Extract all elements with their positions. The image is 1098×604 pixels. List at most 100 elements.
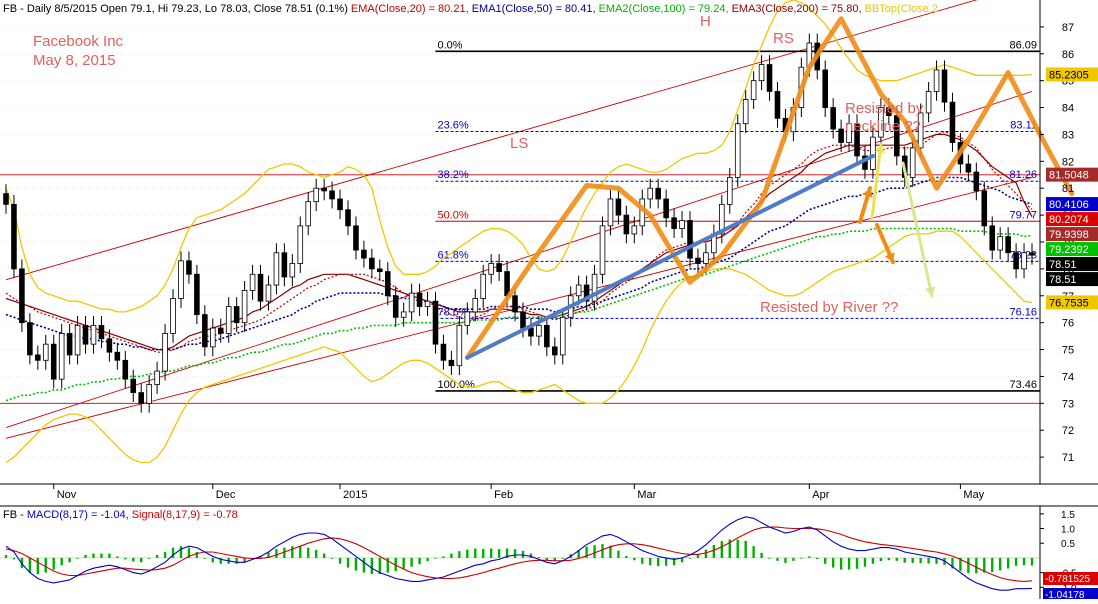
h-label: H xyxy=(700,13,711,30)
candle-down xyxy=(973,171,980,192)
candle-down xyxy=(98,324,105,340)
time-tick-label: 2015 xyxy=(343,489,367,501)
macd-histogram-bar xyxy=(36,557,40,575)
candle-down xyxy=(1013,252,1019,270)
candle-up xyxy=(74,324,81,356)
candle-up xyxy=(575,284,582,297)
macd-histogram-bar xyxy=(855,557,859,569)
candle-down xyxy=(106,338,113,353)
candle-down xyxy=(544,324,550,348)
macd-histogram-bar xyxy=(346,557,350,568)
price-label: 81.5048 xyxy=(1049,170,1089,182)
macd-histogram-bar xyxy=(1014,557,1018,566)
macd-histogram-bar xyxy=(140,557,143,563)
price-tick-label: 71 xyxy=(1062,452,1074,464)
macd-histogram-bar xyxy=(617,550,620,558)
candle-up xyxy=(265,284,272,302)
candle-up xyxy=(734,123,741,178)
price-label: 76.7535 xyxy=(1049,297,1089,309)
macd-histogram-bar xyxy=(895,557,898,561)
macd-histogram-bar xyxy=(967,557,970,574)
price-label: 80.2074 xyxy=(1049,214,1089,226)
macd-histogram-bar xyxy=(521,550,525,558)
candle-down xyxy=(687,220,693,259)
macd-histogram-bar xyxy=(163,552,167,558)
candle-down xyxy=(623,214,630,235)
macd-histogram-bar xyxy=(688,557,692,559)
candle-down xyxy=(27,322,33,356)
candle-down xyxy=(941,69,948,103)
candle-down xyxy=(19,268,25,324)
macd-histogram-bar xyxy=(338,557,342,564)
macd-histogram-bar xyxy=(816,557,819,560)
candle-down xyxy=(82,324,89,345)
candle-down xyxy=(655,187,661,200)
price-tick-label: 86 xyxy=(1062,49,1074,61)
macd-histogram-bar xyxy=(100,553,103,558)
candle-up xyxy=(488,263,494,275)
macd-histogram-bar xyxy=(12,557,16,560)
macd-histogram-bar xyxy=(497,549,501,558)
candle-down xyxy=(369,257,375,270)
macd-histogram-bar xyxy=(116,556,119,558)
candle-down xyxy=(432,300,439,345)
candle-down xyxy=(353,225,359,251)
macd-histogram-bar xyxy=(402,557,405,569)
candle-up xyxy=(997,236,1003,251)
macd-histogram-bar xyxy=(513,549,517,558)
candle-down xyxy=(186,260,192,275)
fib-value-label: 86.09 xyxy=(1009,39,1037,51)
candle-down xyxy=(66,333,73,356)
macd-histogram-bar xyxy=(28,557,32,573)
macd-value-label: -0.781525 xyxy=(1045,574,1090,585)
macd-histogram-bar xyxy=(641,557,644,564)
macd-histogram-bar xyxy=(545,557,549,560)
candle-up xyxy=(400,311,407,318)
time-tick-label: Nov xyxy=(57,489,77,501)
macd-histogram-bar xyxy=(919,557,922,564)
price-tick-label: 81 xyxy=(1062,183,1074,195)
candle-up xyxy=(297,225,304,264)
macd-histogram-bar xyxy=(664,557,668,566)
candle-up xyxy=(313,187,319,203)
candle-down xyxy=(989,225,996,251)
candle-up xyxy=(225,306,232,334)
header-segment: FB - Daily 8/5/2015 Open 79.1, Hi 79.23,… xyxy=(3,3,348,15)
price-tick-label: 75 xyxy=(1062,345,1074,357)
candle-up xyxy=(408,292,415,313)
candle-down xyxy=(122,359,129,380)
fib-label: 100.0% xyxy=(437,379,475,391)
candle-up xyxy=(631,225,638,235)
macd-histogram-bar xyxy=(84,554,87,558)
candle-up xyxy=(472,298,479,313)
macd-header: FB - MACD(8,17) = -1.04, Signal(8,17,9) … xyxy=(3,509,238,521)
candle-down xyxy=(822,69,828,108)
macd-histogram-bar xyxy=(330,557,334,559)
macd-histogram-bar xyxy=(354,557,358,571)
candle-down xyxy=(281,252,288,278)
candle-up xyxy=(241,289,248,324)
macd-histogram-bar xyxy=(760,552,763,558)
candle-down xyxy=(552,346,558,356)
macd-histogram-bar xyxy=(179,546,183,558)
fib-label: 50.0% xyxy=(437,209,468,221)
fib-label: 23.6% xyxy=(437,119,468,131)
candle-up xyxy=(305,201,312,227)
macd-histogram-bar xyxy=(211,557,214,563)
macd-histogram-bar xyxy=(975,557,978,574)
macd-histogram-bar xyxy=(474,548,477,558)
macd-histogram-bar xyxy=(824,557,827,564)
fib-value-label: 81.26 xyxy=(1009,169,1037,181)
time-tick-label: Mar xyxy=(637,489,656,501)
macd-histogram-bar xyxy=(736,539,739,558)
macd-histogram-bar xyxy=(426,557,429,562)
macd-histogram-bar xyxy=(927,557,930,564)
candle-down xyxy=(615,198,622,216)
candle-down xyxy=(3,193,9,205)
candle-down xyxy=(440,343,447,361)
candle-up xyxy=(178,260,184,299)
macd-histogram-bar xyxy=(656,557,660,567)
candle-down xyxy=(774,91,781,119)
candle-down xyxy=(838,128,844,143)
candle-down xyxy=(766,64,773,92)
